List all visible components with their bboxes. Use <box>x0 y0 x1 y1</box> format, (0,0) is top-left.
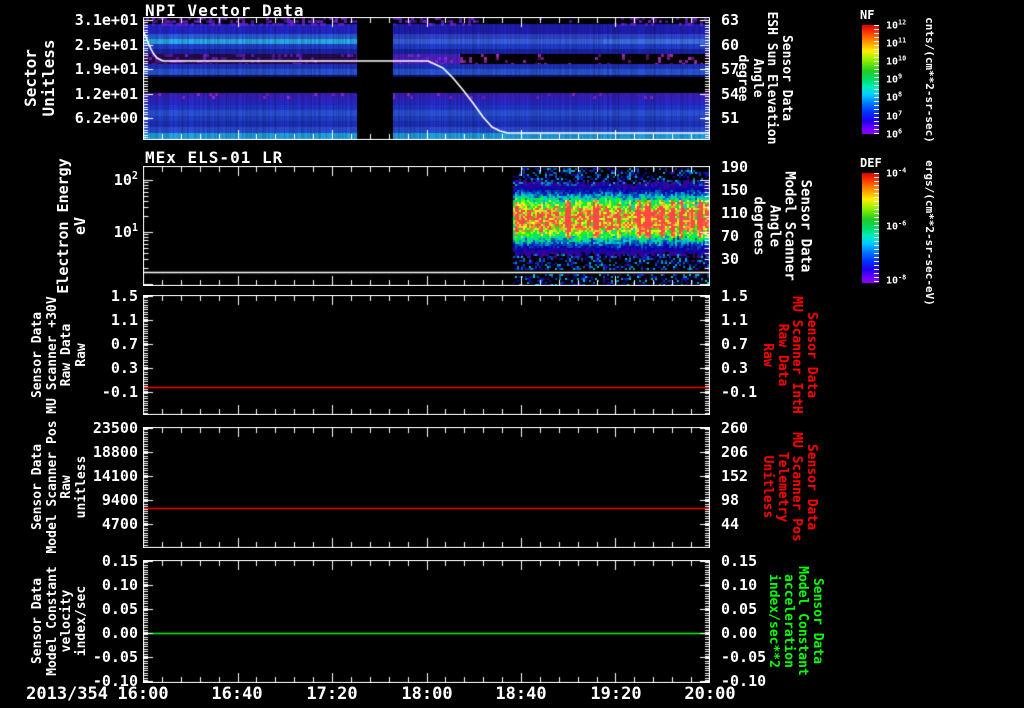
model-constant-velocity-canvas <box>143 560 710 683</box>
colorbar-nf-ticks <box>874 25 879 134</box>
panel-model-scanner-pos <box>143 427 710 548</box>
panel-npi-spectrogram <box>143 17 710 140</box>
tick-label: 0.15 <box>101 552 138 570</box>
y-tick-labels-p5-right: 0.15 0.10 0.05 0.00 -0.05 -0.10 <box>721 0 791 708</box>
tick-label: 0.05 <box>721 600 758 618</box>
npi-spectrogram-canvas <box>143 17 710 140</box>
colorbar-def: DEF <box>860 156 882 283</box>
y-tick-labels-p5-left: 0.15 0.10 0.05 0.00 -0.05 -0.10 <box>28 0 138 708</box>
model-scanner-pos-canvas <box>143 427 710 548</box>
panel-els-spectrogram <box>143 166 710 286</box>
colorbar-def-title: DEF <box>860 156 882 170</box>
tick-label: -0.05 <box>721 648 767 666</box>
panel-model-constant-velocity <box>143 560 710 683</box>
colorbar-nf-title: NF <box>860 8 875 22</box>
tick-label: 0.05 <box>101 600 138 618</box>
x-tick-label: 16:00 <box>117 684 169 704</box>
tick-label: 10-4 <box>886 166 907 180</box>
plot-screen: NPI Vector Data MEx ELS-01 LR Sector Unit… <box>0 0 1024 708</box>
x-tick-label: 17:20 <box>306 684 358 704</box>
tick-label: 0.10 <box>101 576 138 594</box>
colorbar-def-labels: 10-4 10-6 10-8 <box>886 0 930 708</box>
els-spectrogram-canvas <box>143 166 710 286</box>
panel-title-els: MEx ELS-01 LR <box>145 148 284 167</box>
x-tick-label: 20:00 <box>684 684 736 704</box>
tick-label: 10-6 <box>886 219 907 233</box>
tick-label: 0.00 <box>101 624 138 642</box>
tick-label: 0.10 <box>721 576 758 594</box>
tick-label: 10-8 <box>886 273 907 287</box>
tick-label: 0.00 <box>721 624 758 642</box>
x-tick-label: 19:20 <box>590 684 642 704</box>
mu-scanner-30v-canvas <box>143 295 710 415</box>
x-axis-date-label: 2013/354 <box>26 684 108 704</box>
x-tick-label: 16:40 <box>211 684 263 704</box>
x-tick-label: 18:40 <box>495 684 547 704</box>
colorbar-def-ticks <box>874 173 879 283</box>
colorbar-nf: NF <box>860 8 879 134</box>
panel-mu-scanner-30v <box>143 295 710 415</box>
x-tick-label: 18:00 <box>401 684 453 704</box>
tick-label: -0.05 <box>92 648 138 666</box>
tick-label: 0.15 <box>721 552 758 570</box>
